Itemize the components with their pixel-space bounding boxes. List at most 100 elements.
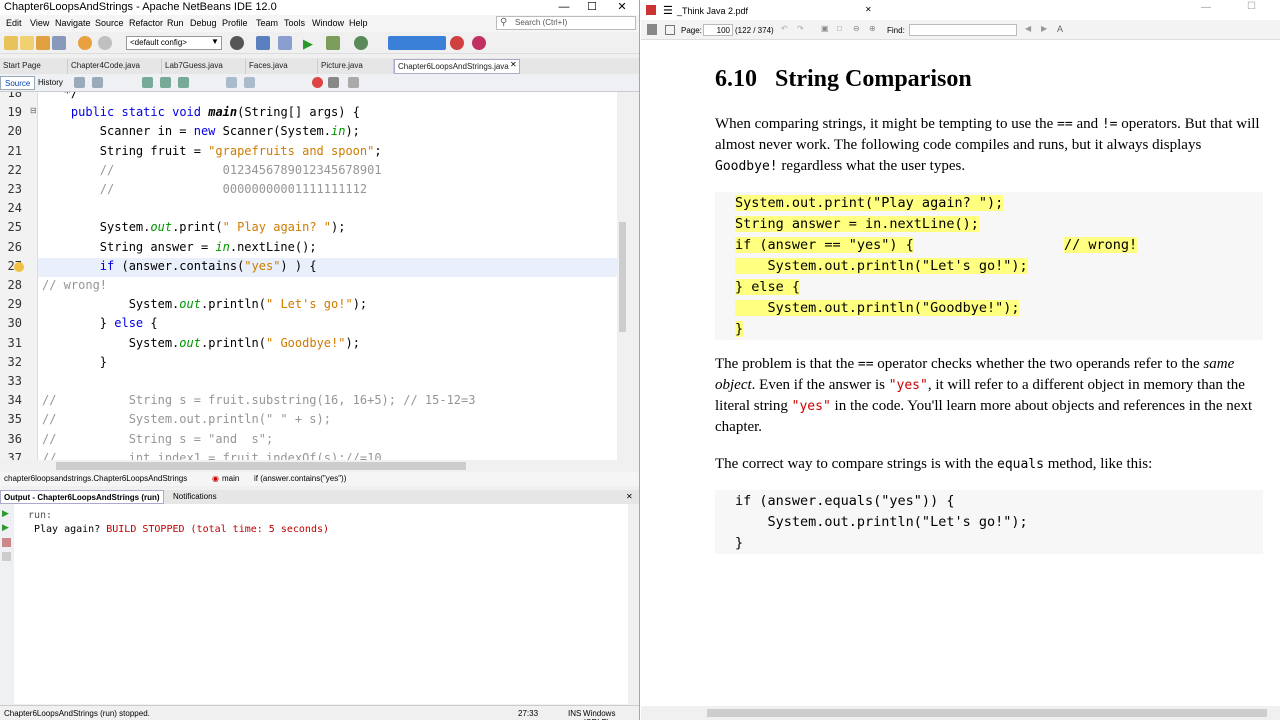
find-next-icon[interactable]: ▶	[1041, 24, 1047, 33]
code-line[interactable]: // String s = "and s";	[42, 432, 273, 446]
breadcrumb-statement[interactable]: if (answer.contains("yes"))	[254, 474, 346, 483]
pdf-horizontal-scrollbar[interactable]	[641, 706, 1280, 720]
memory-monitor[interactable]	[388, 36, 446, 50]
breadcrumb-class[interactable]: chapter6loopsandstrings.Chapter6LoopsAnd…	[4, 474, 187, 483]
close-doc-icon[interactable]: ✕	[865, 5, 872, 14]
debug-icon[interactable]	[326, 36, 340, 50]
pdf-minimize-icon[interactable]: —	[1201, 2, 1211, 13]
clean-build-icon[interactable]	[278, 36, 292, 50]
pdf-maximize-icon[interactable]: ☐	[1247, 1, 1256, 12]
menu-edit[interactable]: Edit	[6, 18, 22, 28]
minimize-icon[interactable]: —	[550, 0, 578, 15]
code-line[interactable]: // wrong!	[42, 278, 107, 292]
new-file-icon[interactable]	[20, 36, 34, 50]
tab-start-page[interactable]: Start Page	[0, 59, 68, 74]
code-line[interactable]: System.out.println(" Goodbye!");	[42, 336, 360, 350]
code-line[interactable]: System.out.println(" Let's go!");	[42, 297, 367, 311]
code-line[interactable]: String fruit = "grapefruits and spoon";	[42, 144, 382, 158]
tab-chapter6loopsandstrings[interactable]: Chapter6LoopsAndStrings.java	[394, 59, 520, 74]
undo-icon[interactable]	[78, 36, 92, 50]
hscroll-thumb[interactable]	[56, 462, 466, 470]
zoom-out-icon[interactable]: ⊖	[853, 24, 860, 33]
close-tab-icon[interactable]: ✕	[510, 60, 517, 69]
output-scrollbar[interactable]	[628, 504, 639, 704]
stop-icon[interactable]	[450, 36, 464, 50]
fold-icon[interactable]: ⊟	[30, 106, 37, 115]
stop-run-icon[interactable]	[2, 538, 11, 547]
macro-stop-icon[interactable]	[328, 77, 339, 88]
find-next-icon[interactable]	[178, 77, 189, 88]
shift-right-icon[interactable]	[244, 77, 255, 88]
code-line[interactable]: // int index1 = fruit.indexOf(s);//=10	[42, 451, 382, 460]
code-line[interactable]: String answer = in.nextLine();	[42, 240, 317, 254]
breadcrumb-method[interactable]: main	[222, 474, 239, 483]
output-console[interactable]: run: Play again? BUILD STOPPED (total ti…	[14, 504, 628, 704]
menu-run[interactable]: Run	[167, 18, 184, 28]
shift-left-icon[interactable]	[226, 77, 237, 88]
menu-window[interactable]: Window	[312, 18, 344, 28]
code-line[interactable]: // String s = fruit.substring(16, 16+5);…	[42, 393, 475, 407]
editor-vertical-scrollbar[interactable]	[617, 92, 628, 460]
hint-bulb-icon[interactable]	[14, 262, 24, 272]
page-input[interactable]: 100	[703, 24, 733, 36]
hamburger-menu-icon[interactable]: ☰	[663, 4, 673, 17]
code-line[interactable]: */	[42, 92, 78, 100]
tab-output[interactable]: Output - Chapter6LoopsAndStrings (run)	[0, 490, 164, 504]
open-project-icon[interactable]	[36, 36, 50, 50]
tab-notifications[interactable]: Notifications	[170, 490, 220, 504]
menu-refactor[interactable]: Refactor	[129, 18, 163, 28]
code-editor[interactable]: 18 */ 19 public static void main(String[]…	[0, 92, 628, 460]
code-line[interactable]: }	[42, 355, 107, 369]
find-icon[interactable]	[142, 77, 153, 88]
run-icon[interactable]: ▶	[303, 36, 313, 52]
code-line[interactable]: public static void main(String[] args) {	[42, 105, 360, 119]
code-line[interactable]: Scanner in = new Scanner(System.in);	[42, 124, 360, 138]
search-input[interactable]: Search (Ctrl+I)	[496, 16, 636, 30]
code-line[interactable]: if (answer.contains("yes") ) {	[42, 259, 317, 273]
menu-source[interactable]: Source	[95, 18, 124, 28]
maximize-icon[interactable]: ☐	[578, 0, 606, 15]
pdf-hscroll-thumb[interactable]	[707, 709, 1267, 717]
tab-picture[interactable]: Picture.java	[318, 59, 394, 74]
find-prev-icon[interactable]	[160, 77, 171, 88]
code-line[interactable]: } else {	[42, 316, 158, 330]
code-line[interactable]: // 00000000001111111112	[42, 182, 367, 196]
build-icon[interactable]	[256, 36, 270, 50]
tab-chapter4code[interactable]: Chapter4Code.java	[68, 59, 162, 74]
prev-page-icon[interactable]: ↶	[781, 24, 788, 33]
tab-faces[interactable]: Faces.java	[246, 59, 318, 74]
menu-profile[interactable]: Profile	[222, 18, 248, 28]
config-select[interactable]: <default config>	[126, 36, 222, 50]
menu-tools[interactable]: Tools	[284, 18, 305, 28]
scroll-thumb[interactable]	[619, 222, 626, 332]
close-icon[interactable]: ✕	[608, 0, 636, 15]
menu-debug[interactable]: Debug	[190, 18, 217, 28]
profile-icon[interactable]	[354, 36, 368, 50]
comment-icon[interactable]	[348, 77, 359, 88]
new-project-icon[interactable]	[4, 36, 18, 50]
gc-icon[interactable]	[472, 36, 486, 50]
code-line[interactable]: // 0123456789012345678901	[42, 163, 382, 177]
editor-horizontal-scrollbar[interactable]	[0, 460, 628, 472]
next-page-icon[interactable]: ↷	[797, 24, 804, 33]
last-edit-icon[interactable]	[74, 77, 85, 88]
rerun-icon[interactable]: ▶	[2, 508, 9, 519]
redo-icon[interactable]	[98, 36, 112, 50]
rerun-params-icon[interactable]: ▶	[2, 522, 9, 533]
back-icon[interactable]	[92, 77, 103, 88]
pdf-page[interactable]: 6.10 String Comparison When comparing st…	[641, 40, 1280, 705]
menu-team[interactable]: Team	[256, 18, 278, 28]
history-tab[interactable]: History	[34, 76, 67, 90]
fit-width-icon[interactable]: □	[837, 24, 842, 33]
close-output-icon[interactable]: ✕	[626, 492, 633, 501]
code-line[interactable]: System.out.print(" Play again? ");	[42, 220, 346, 234]
code-line[interactable]: // System.out.println(" " + s);	[42, 412, 331, 426]
print-icon[interactable]	[647, 24, 657, 35]
target-icon[interactable]	[230, 36, 244, 50]
match-case-icon[interactable]: A	[1057, 24, 1063, 34]
menu-help[interactable]: Help	[349, 18, 368, 28]
menu-view[interactable]: View	[30, 18, 49, 28]
source-tab[interactable]: Source	[0, 76, 36, 90]
fit-page-icon[interactable]: ▣	[821, 24, 829, 33]
tab-lab7guess[interactable]: Lab7Guess.java	[162, 59, 246, 74]
